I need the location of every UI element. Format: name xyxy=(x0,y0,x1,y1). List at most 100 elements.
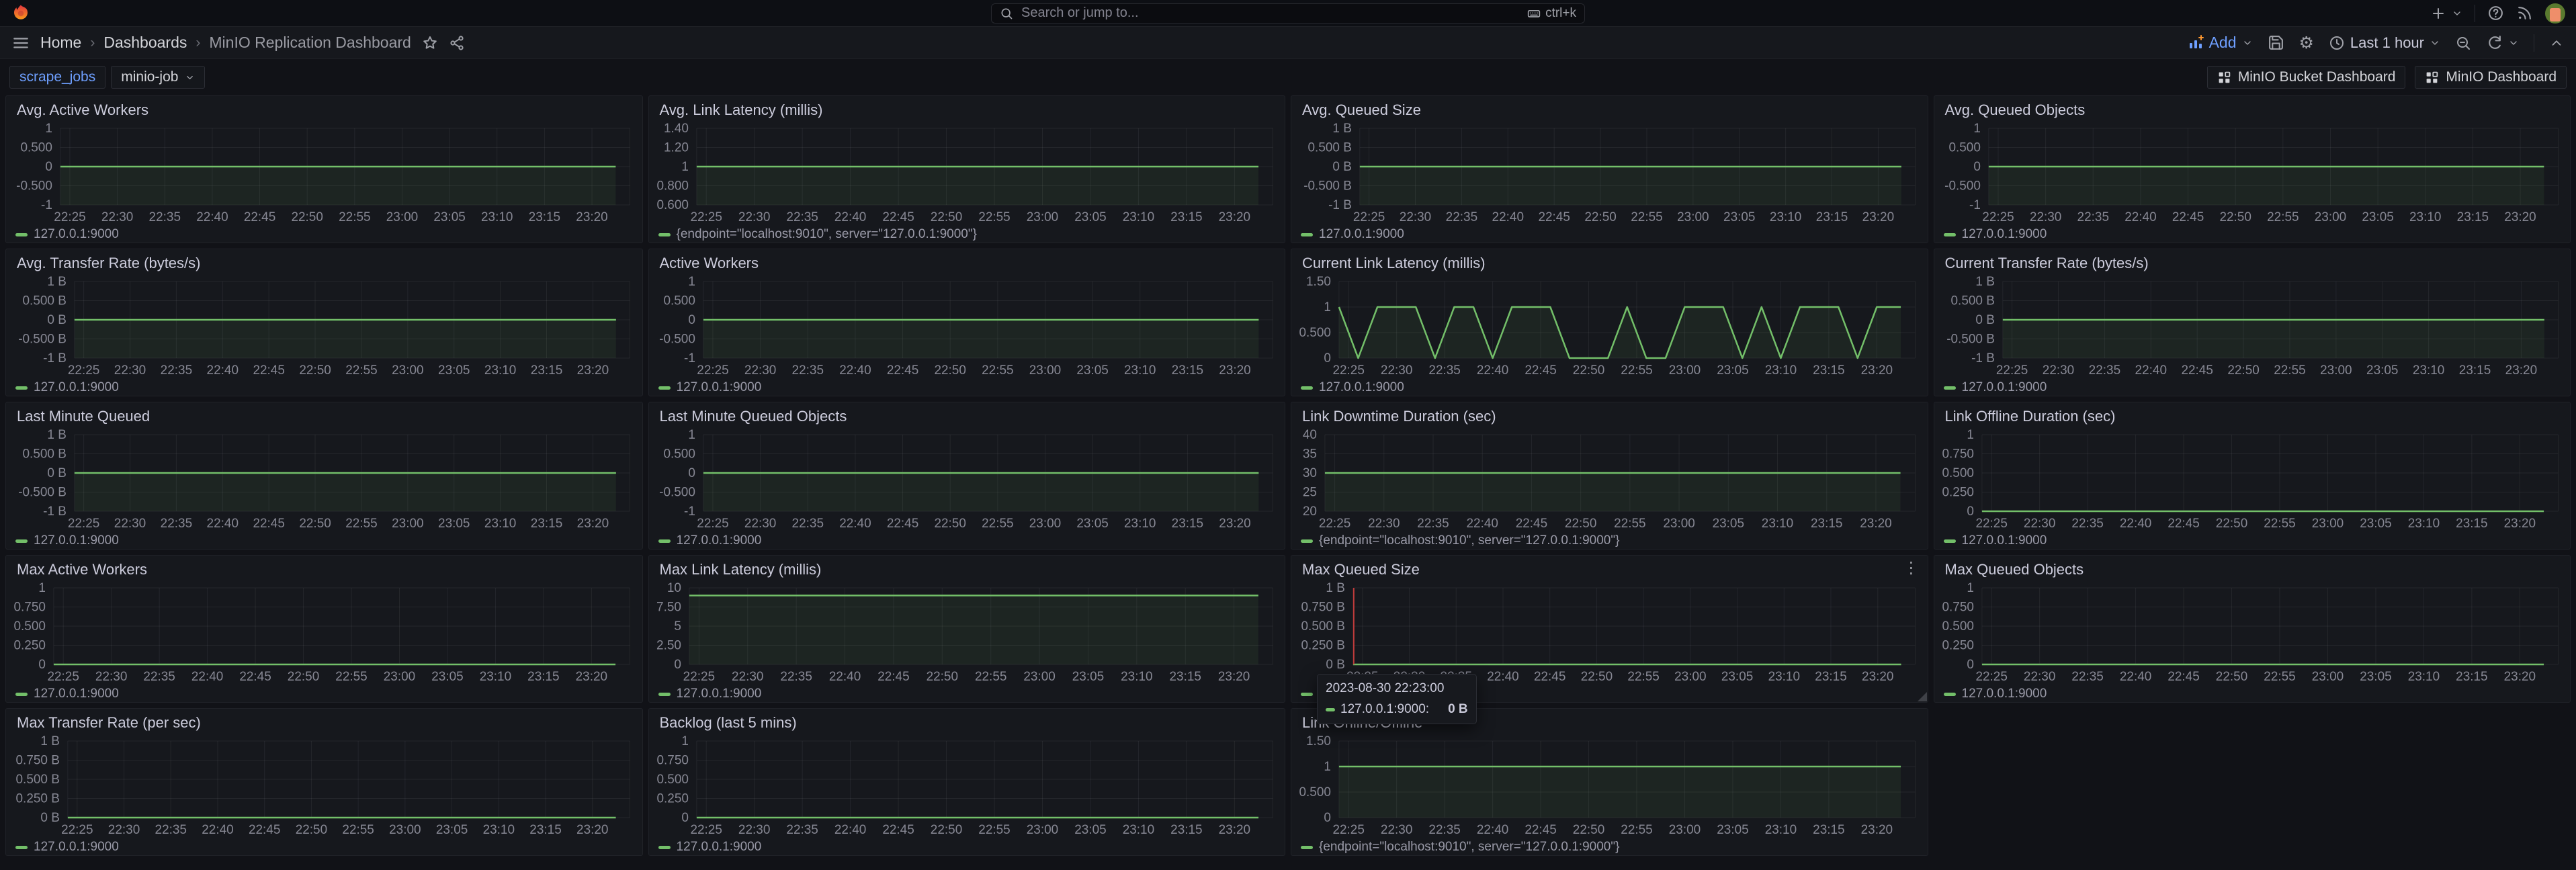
chart[interactable]: 1.5010.500022:2522:3022:3522:4022:4522:5… xyxy=(1291,272,1928,380)
legend-label[interactable]: 127.0.0.1:9000 xyxy=(1319,380,1404,395)
panel-title[interactable]: Avg. Transfer Rate (bytes/s) xyxy=(6,249,642,272)
legend-swatch[interactable] xyxy=(15,233,28,236)
legend-label[interactable]: 127.0.0.1:9000 xyxy=(677,687,762,701)
legend-label[interactable]: 127.0.0.1:9000 xyxy=(34,687,119,701)
chart[interactable]: 1 B0.750 B0.500 B0.250 B0 B22:2522:3022:… xyxy=(1291,578,1928,686)
panel-title[interactable]: Avg. Link Latency (millis) xyxy=(649,96,1285,119)
save-dashboard-button[interactable] xyxy=(2268,34,2284,51)
legend-label[interactable]: 127.0.0.1:9000 xyxy=(677,840,762,855)
panel-title[interactable]: Link Downtime Duration (sec) xyxy=(1291,402,1928,425)
legend-label[interactable]: 127.0.0.1:9000 xyxy=(34,533,119,548)
legend-swatch[interactable] xyxy=(15,386,28,390)
link-minio-bucket-dashboard[interactable]: MinIO Bucket Dashboard xyxy=(2207,66,2406,89)
chart[interactable]: 107.5052.50022:2522:3022:3522:4022:4522:… xyxy=(649,578,1285,686)
search-input[interactable] xyxy=(1020,5,1520,21)
variable-value-dropdown[interactable]: minio-job xyxy=(111,66,205,89)
panel-title[interactable]: Last Minute Queued Objects xyxy=(649,402,1285,425)
dashboard-settings-button[interactable]: ⚙ xyxy=(2299,34,2314,51)
search-box[interactable]: ctrl+k xyxy=(991,3,1585,24)
chart[interactable]: 10.5000-0.500-122:2522:3022:3522:4022:45… xyxy=(649,272,1285,380)
legend-label[interactable]: {endpoint="localhost:9010", server="127.… xyxy=(677,227,977,242)
chart[interactable]: 403530252022:2522:3022:3522:4022:4522:50… xyxy=(1291,425,1928,533)
chart[interactable]: 10.5000-0.500-122:2522:3022:3522:4022:45… xyxy=(1934,119,2571,226)
legend-label[interactable]: 127.0.0.1:9000 xyxy=(1962,687,2047,701)
legend-swatch[interactable] xyxy=(1944,693,1956,696)
panel-title[interactable]: Link Offline Duration (sec) xyxy=(1934,402,2571,425)
chart[interactable]: 1.5010.500022:2522:3022:3522:4022:4522:5… xyxy=(1291,732,1928,839)
legend-label[interactable]: {endpoint="localhost:9010", server="127.… xyxy=(1319,533,1619,548)
breadcrumb-dashboards[interactable]: Dashboards xyxy=(103,34,187,52)
collapse-toolbar-button[interactable] xyxy=(2549,36,2564,50)
legend-label[interactable]: 127.0.0.1:9000 xyxy=(34,380,119,395)
add-panel-button[interactable]: Add xyxy=(2188,34,2253,52)
legend-swatch[interactable] xyxy=(658,386,671,390)
new-menu-button[interactable] xyxy=(2430,5,2462,21)
help-button[interactable] xyxy=(2487,5,2504,21)
mega-menu-button[interactable] xyxy=(12,34,30,52)
panel-title[interactable]: Max Transfer Rate (per sec) xyxy=(6,709,642,732)
legend-label[interactable]: 127.0.0.1:9000 xyxy=(1962,380,2047,395)
legend-swatch[interactable] xyxy=(658,539,671,543)
legend-label[interactable]: 127.0.0.1:9000 xyxy=(677,380,762,395)
legend-label[interactable]: 127.0.0.1:9000 xyxy=(34,227,119,242)
legend-swatch[interactable] xyxy=(1301,386,1313,390)
chart[interactable]: 1 B0.750 B0.500 B0.250 B0 B22:2522:3022:… xyxy=(6,732,642,839)
panel-resize-handle[interactable] xyxy=(1918,692,1927,701)
chart[interactable]: 10.7500.5000.250022:2522:3022:3522:4022:… xyxy=(649,732,1285,839)
share-button[interactable] xyxy=(449,35,465,51)
legend-swatch[interactable] xyxy=(658,846,671,849)
legend-label[interactable]: 127.0.0.1:9000 xyxy=(677,533,762,548)
legend-swatch[interactable] xyxy=(1944,539,1956,543)
chart[interactable]: 1 B0.500 B0 B-0.500 B-1 B22:2522:3022:35… xyxy=(1291,119,1928,226)
legend-swatch[interactable] xyxy=(1301,693,1313,696)
chart[interactable]: 10.5000-0.500-122:2522:3022:3522:4022:45… xyxy=(649,425,1285,533)
panel-title[interactable]: Current Transfer Rate (bytes/s) xyxy=(1934,249,2571,272)
x-axis-labels: 22:2522:3022:3522:4022:4522:5022:5523:00… xyxy=(68,517,609,531)
legend-swatch[interactable] xyxy=(1301,233,1313,236)
news-button[interactable] xyxy=(2516,5,2533,21)
legend-swatch[interactable] xyxy=(15,539,28,543)
chart[interactable]: 1.401.2010.8000.60022:2522:3022:3522:402… xyxy=(649,119,1285,226)
refresh-button[interactable] xyxy=(2486,34,2519,51)
user-avatar[interactable] xyxy=(2545,3,2565,24)
panel-title[interactable]: Avg. Queued Size xyxy=(1291,96,1928,119)
legend-swatch[interactable] xyxy=(1301,846,1313,849)
legend-swatch[interactable] xyxy=(658,233,671,236)
chart[interactable]: 10.7500.5000.250022:2522:3022:3522:4022:… xyxy=(1934,578,2571,686)
legend-label[interactable]: 127.0.0.1:9000 xyxy=(34,840,119,855)
favorite-button[interactable] xyxy=(422,35,438,51)
panel-title[interactable]: Avg. Queued Objects xyxy=(1934,96,2571,119)
panel-title[interactable]: Max Queued Size xyxy=(1291,556,1928,578)
panel-title[interactable]: Max Link Latency (millis) xyxy=(649,556,1285,578)
chart[interactable]: 1 B0.500 B0 B-0.500 B-1 B22:2522:3022:35… xyxy=(6,425,642,533)
legend-swatch[interactable] xyxy=(658,693,671,696)
chart[interactable]: 1 B0.500 B0 B-0.500 B-1 B22:2522:3022:35… xyxy=(1934,272,2571,380)
chart[interactable]: 10.7500.5000.250022:2522:3022:3522:4022:… xyxy=(6,578,642,686)
breadcrumb-home[interactable]: Home xyxy=(40,34,81,52)
chart[interactable]: 1 B0.500 B0 B-0.500 B-1 B22:2522:3022:35… xyxy=(6,272,642,380)
panel-title[interactable]: Max Active Workers xyxy=(6,556,642,578)
legend-swatch[interactable] xyxy=(15,693,28,696)
legend-label[interactable]: 127.0.0.1:9000 xyxy=(1962,227,2047,242)
legend-swatch[interactable] xyxy=(15,846,28,849)
legend-swatch[interactable] xyxy=(1944,233,1956,236)
apps-icon xyxy=(2217,71,2231,85)
chart[interactable]: 10.7500.5000.250022:2522:3022:3522:4022:… xyxy=(1934,425,2571,533)
panel-title[interactable]: Last Minute Queued xyxy=(6,402,642,425)
legend-swatch[interactable] xyxy=(1944,386,1956,390)
link-minio-dashboard[interactable]: MinIO Dashboard xyxy=(2415,66,2567,89)
time-range-picker[interactable]: Last 1 hour xyxy=(2329,34,2440,52)
panel-title[interactable]: Avg. Active Workers xyxy=(6,96,642,119)
legend-label[interactable]: 127.0.0.1:9000 xyxy=(1319,227,1404,242)
panel-title[interactable]: Max Queued Objects xyxy=(1934,556,2571,578)
legend-label[interactable]: {endpoint="localhost:9010", server="127.… xyxy=(1319,840,1619,855)
chart[interactable]: 10.5000-0.500-122:2522:3022:3522:4022:45… xyxy=(6,119,642,226)
zoom-out-time-button[interactable] xyxy=(2455,35,2471,51)
legend-label[interactable]: 127.0.0.1:9000 xyxy=(1962,533,2047,548)
panel-menu-icon[interactable]: ⋮ xyxy=(1903,558,1920,577)
legend-swatch[interactable] xyxy=(1301,539,1313,543)
grafana-logo-icon[interactable] xyxy=(11,3,31,24)
panel-title[interactable]: Active Workers xyxy=(649,249,1285,272)
panel-title[interactable]: Backlog (last 5 mins) xyxy=(649,709,1285,732)
panel-title[interactable]: Current Link Latency (millis) xyxy=(1291,249,1928,272)
